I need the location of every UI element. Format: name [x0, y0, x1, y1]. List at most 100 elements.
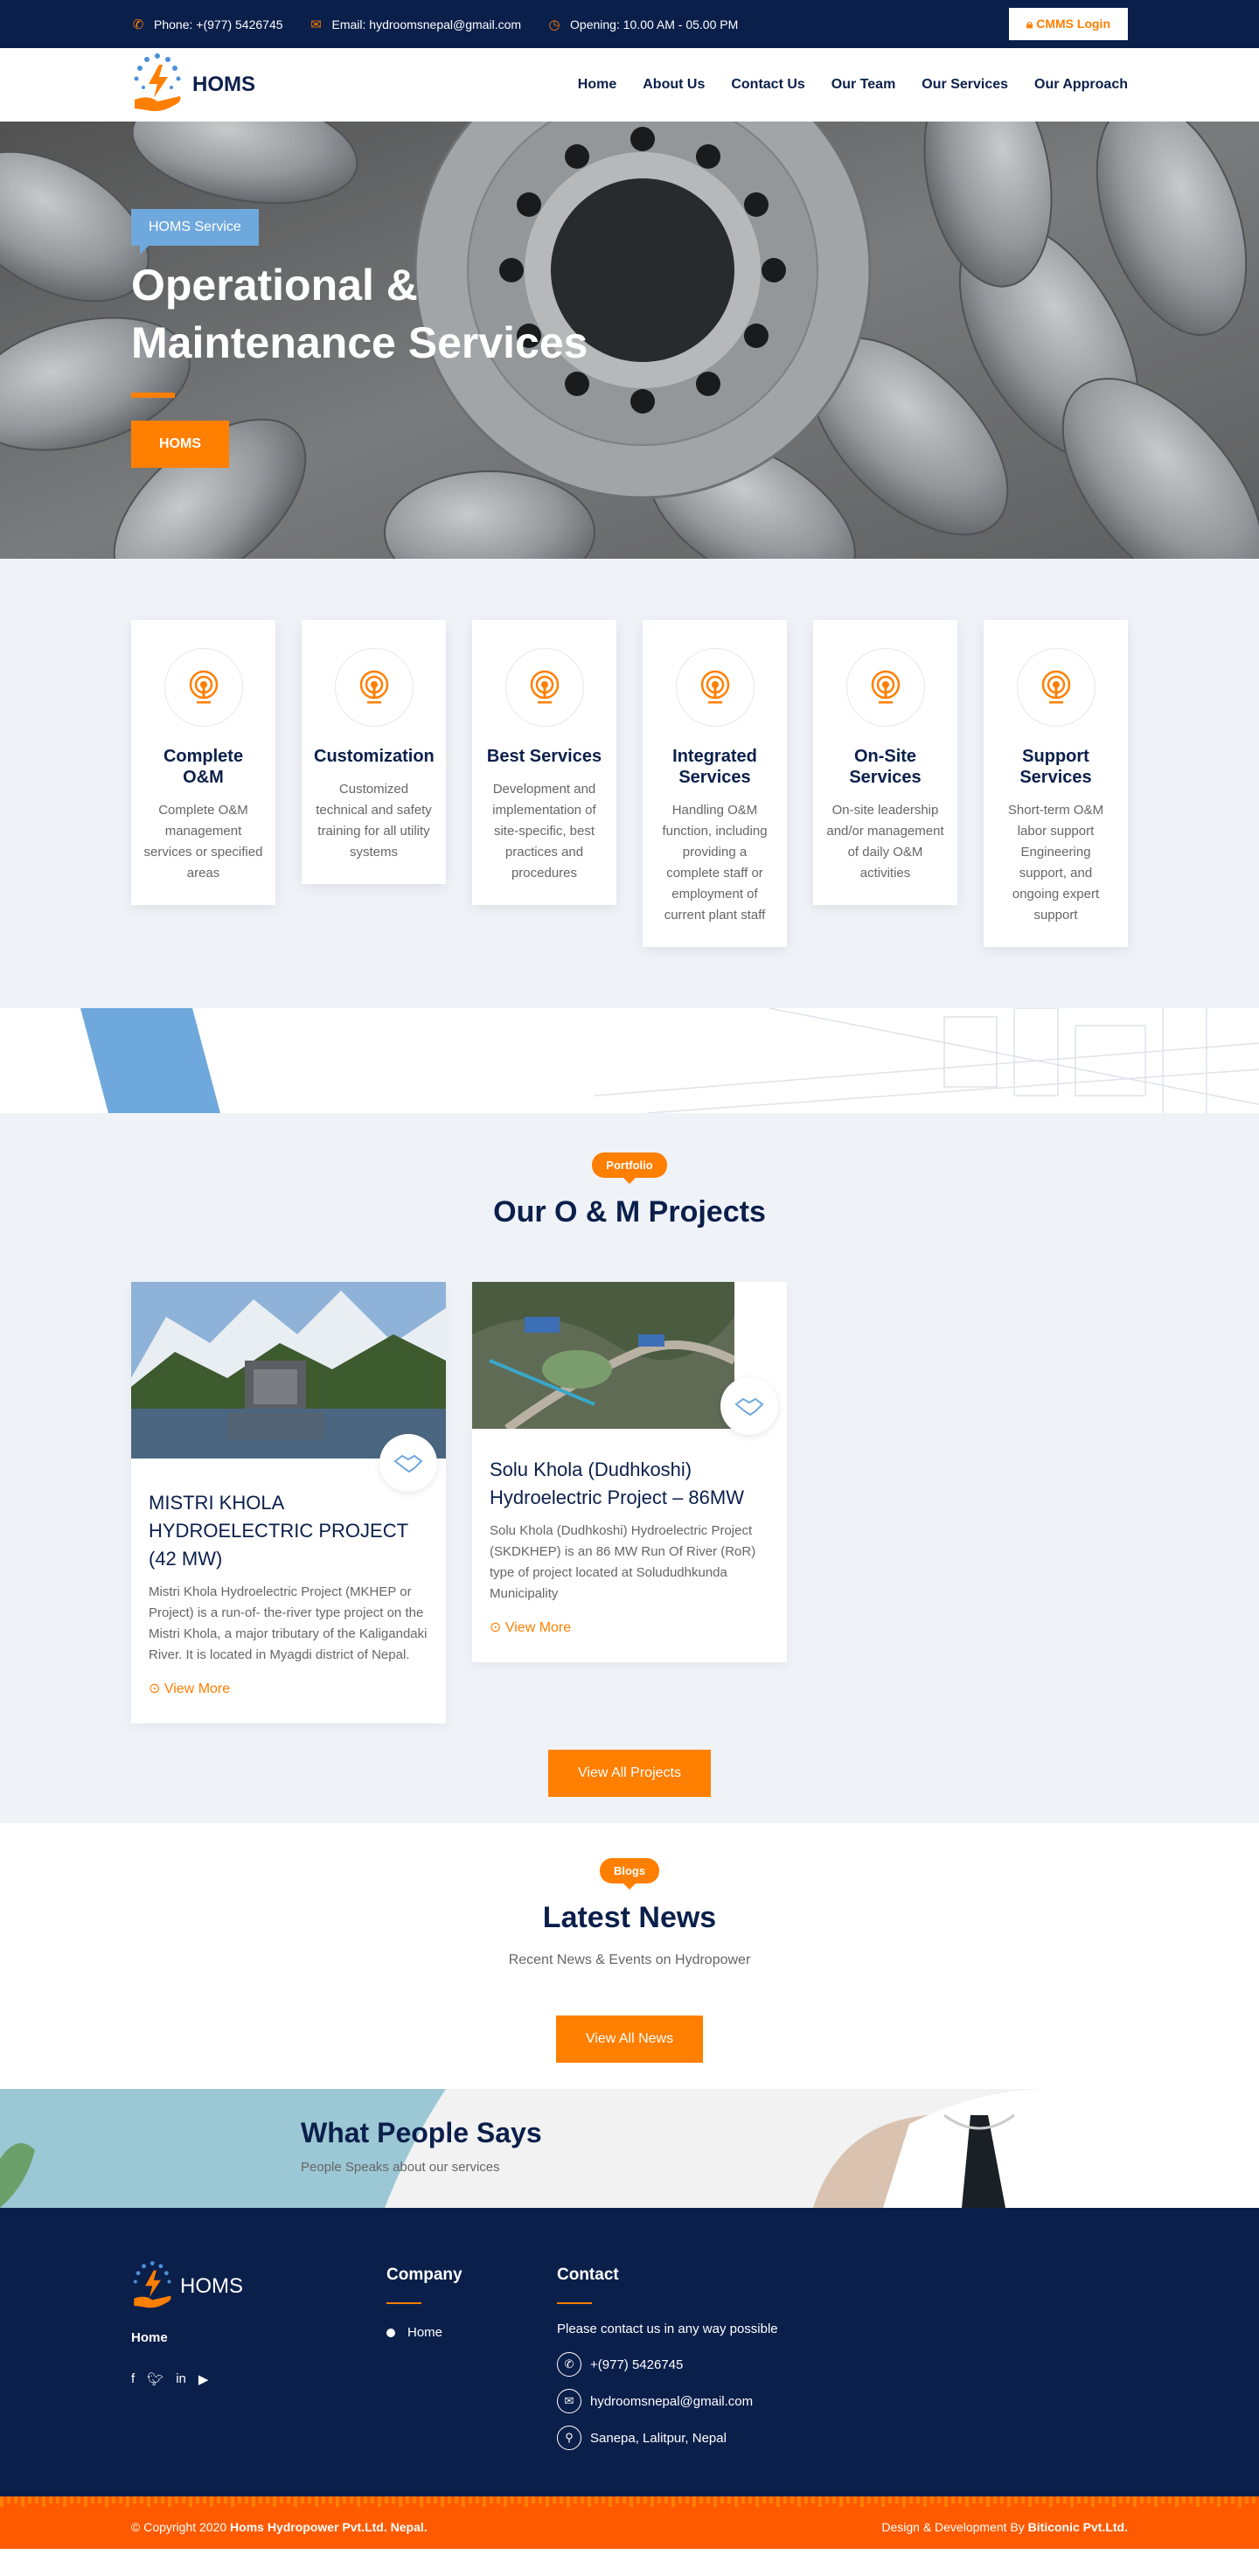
company-link-home[interactable]: Home — [386, 2325, 557, 2340]
site-footer: HOMS Home f 🐦︎ in ▶ Company Home Contact… — [0, 2208, 1259, 2496]
cmms-login-label: CMMS Login — [1036, 17, 1110, 31]
envelope-icon: ✉ — [310, 17, 322, 32]
footer-address-text: Sanepa, Lalitpur, Nepal — [590, 2430, 727, 2446]
nav-home[interactable]: Home — [578, 77, 616, 93]
location-pin-icon: ⚲ — [557, 2426, 581, 2450]
service-text: On-site leadership and/or management of … — [826, 803, 944, 881]
company-link-label: Home — [407, 2325, 443, 2340]
footer-phone[interactable]: ✆ +(977) 5426745 — [557, 2352, 784, 2377]
handshake-icon — [379, 1434, 437, 1492]
lock-icon: 🔒︎ — [1026, 17, 1033, 31]
podcast-icon — [845, 648, 925, 727]
handshake-icon — [720, 1377, 778, 1435]
footer-home-link[interactable]: Home — [131, 2330, 386, 2345]
phone-info: ✆ Phone: +(977) 5426745 — [131, 17, 283, 32]
testimonials-background — [0, 2089, 1259, 2208]
service-title: Customization — [314, 747, 435, 766]
contact-underline — [557, 2302, 592, 2304]
service-text: Complete O&M management services or spec… — [143, 803, 263, 881]
news-title: Latest News — [542, 1901, 717, 1934]
credit-text: Design & Development By Biticonic Pvt.Lt… — [881, 2520, 1128, 2534]
project-title: Solu Khola (Dudhkoshi) Hydroelectric Pro… — [490, 1459, 744, 1508]
copyright-bar: © Copyright 2020 Homs Hydropower Pvt.Ltd… — [0, 2496, 1259, 2549]
facebook-icon[interactable]: f — [131, 2371, 135, 2387]
decorative-band — [0, 1008, 1259, 1113]
projects-title: Our O & M Projects — [493, 1195, 766, 1229]
nav-our-services[interactable]: Our Services — [922, 77, 1008, 93]
testimonials-title: What People Says — [301, 2117, 542, 2148]
service-text: Short-term O&M labor support Engineering… — [1007, 803, 1104, 922]
podcast-icon — [504, 648, 584, 727]
testimonials-subtitle: People Speaks about our services — [301, 2160, 500, 2175]
copyright-company: Homs Hydropower Pvt.Ltd. Nepal. — [230, 2520, 428, 2534]
linkedin-icon[interactable]: in — [176, 2371, 186, 2387]
podcast-icon — [163, 648, 243, 727]
footer-email[interactable]: ✉ hydroomsnepal@gmail.com — [557, 2389, 784, 2413]
bullet-icon — [386, 2328, 395, 2337]
service-card: Support Services Short-term O&M labor sup… — [984, 620, 1128, 947]
footer-logo-text: HOMS — [180, 2274, 243, 2298]
service-card: Customization Customized technical and sa… — [302, 620, 446, 884]
logo[interactable]: HOMS — [131, 52, 255, 117]
youtube-icon[interactable]: ▶ — [198, 2371, 209, 2387]
services-list: Complete O&M Complete O&M management serv… — [131, 620, 1128, 947]
view-all-news-button[interactable]: View All News — [555, 2016, 704, 2063]
credit-prefix: Design & Development By — [881, 2520, 1025, 2534]
logo-text: HOMS — [192, 73, 255, 96]
hero-title: Operational & Maintenance Services — [131, 261, 588, 367]
service-title: Best Services — [486, 747, 602, 766]
phone-icon: ✆ — [557, 2352, 581, 2377]
contact-intro: Please contact us in any way possible — [557, 2322, 778, 2336]
band-graphic — [80, 1008, 1259, 1113]
podcast-icon — [675, 648, 755, 727]
service-text: Handling O&M function, including providi… — [662, 803, 768, 922]
cmms-login-button[interactable]: 🔒︎ CMMS Login — [1008, 8, 1128, 40]
service-card: Best Services Development and implementat… — [472, 620, 616, 905]
opening-info: ◷ Opening: 10.00 AM - 05.00 PM — [547, 17, 738, 32]
envelope-icon: ✉ — [557, 2389, 581, 2413]
footer-phone-text: +(977) 5426745 — [590, 2357, 684, 2372]
footer-logo[interactable]: HOMS — [131, 2260, 386, 2313]
email-info: ✉ Email: hydroomsnepal@gmail.com — [310, 17, 521, 32]
service-card: Integrated Services Handling O&M function… — [643, 620, 787, 947]
service-title: Support Services — [1019, 747, 1092, 787]
footer-email-text: hydroomsnepal@gmail.com — [590, 2393, 754, 2409]
copyright-text: © Copyright 2020 Homs Hydropower Pvt.Ltd… — [131, 2520, 428, 2534]
top-bar: ✆ Phone: +(977) 5426745 ✉ Email: hydroom… — [0, 0, 1259, 48]
podcast-icon — [1016, 648, 1096, 727]
nav-contact-us[interactable]: Contact Us — [731, 77, 804, 93]
service-title: Complete O&M — [163, 747, 244, 787]
hero-tag: HOMS Service — [131, 209, 259, 254]
logo-icon — [134, 53, 181, 112]
company-heading: Company — [386, 2266, 463, 2284]
nav-our-approach[interactable]: Our Approach — [1034, 77, 1128, 93]
hero-button[interactable]: HOMS — [131, 421, 229, 468]
projects-section: Portfolio Our O & M Projects MISTRI KHOL… — [0, 1113, 1259, 1823]
portfolio-pill: Portfolio — [592, 1152, 667, 1184]
phone-icon: ✆ — [132, 17, 144, 32]
nav-our-team[interactable]: Our Team — [831, 77, 896, 93]
testimonials-section: What People Says People Speaks about our… — [0, 2089, 1259, 2208]
view-more-label: View More — [163, 1681, 231, 1696]
twitter-icon[interactable]: 🐦︎ — [147, 2371, 163, 2387]
service-text: Customized technical and safety training… — [316, 782, 432, 860]
view-all-projects-button[interactable]: View All Projects — [548, 1750, 711, 1797]
solu-khola-image — [472, 1282, 737, 1433]
view-more-link[interactable]: ⊙ View More — [149, 1680, 230, 1697]
opening-text: Opening: 10.00 AM - 05.00 PM — [570, 17, 739, 31]
social-links: f 🐦︎ in ▶ — [131, 2371, 386, 2387]
service-card: On-Site Services On-site leadership and/o… — [813, 620, 957, 905]
contact-heading: Contact — [557, 2266, 619, 2284]
project-card[interactable]: MISTRI KHOLA HYDROELECTRIC PROJECT (42 M… — [131, 1282, 446, 1723]
mistri-khola-image — [131, 1282, 446, 1459]
phone-text: Phone: +(977) 5426745 — [154, 17, 283, 31]
footer-address: ⚲ Sanepa, Lalitpur, Nepal — [557, 2426, 784, 2450]
credit-link[interactable]: Biticonic Pvt.Ltd. — [1028, 2520, 1128, 2534]
service-card: Complete O&M Complete O&M management serv… — [131, 620, 275, 905]
services-section: Complete O&M Complete O&M management serv… — [0, 559, 1259, 1008]
view-more-label: View More — [504, 1620, 572, 1635]
project-card[interactable]: Solu Khola (Dudhkoshi) Hydroelectric Pro… — [472, 1282, 787, 1662]
nav-about-us[interactable]: About Us — [643, 77, 705, 93]
view-more-link[interactable]: ⊙ View More — [490, 1619, 571, 1636]
copyright-prefix: © Copyright 2020 — [131, 2520, 227, 2534]
